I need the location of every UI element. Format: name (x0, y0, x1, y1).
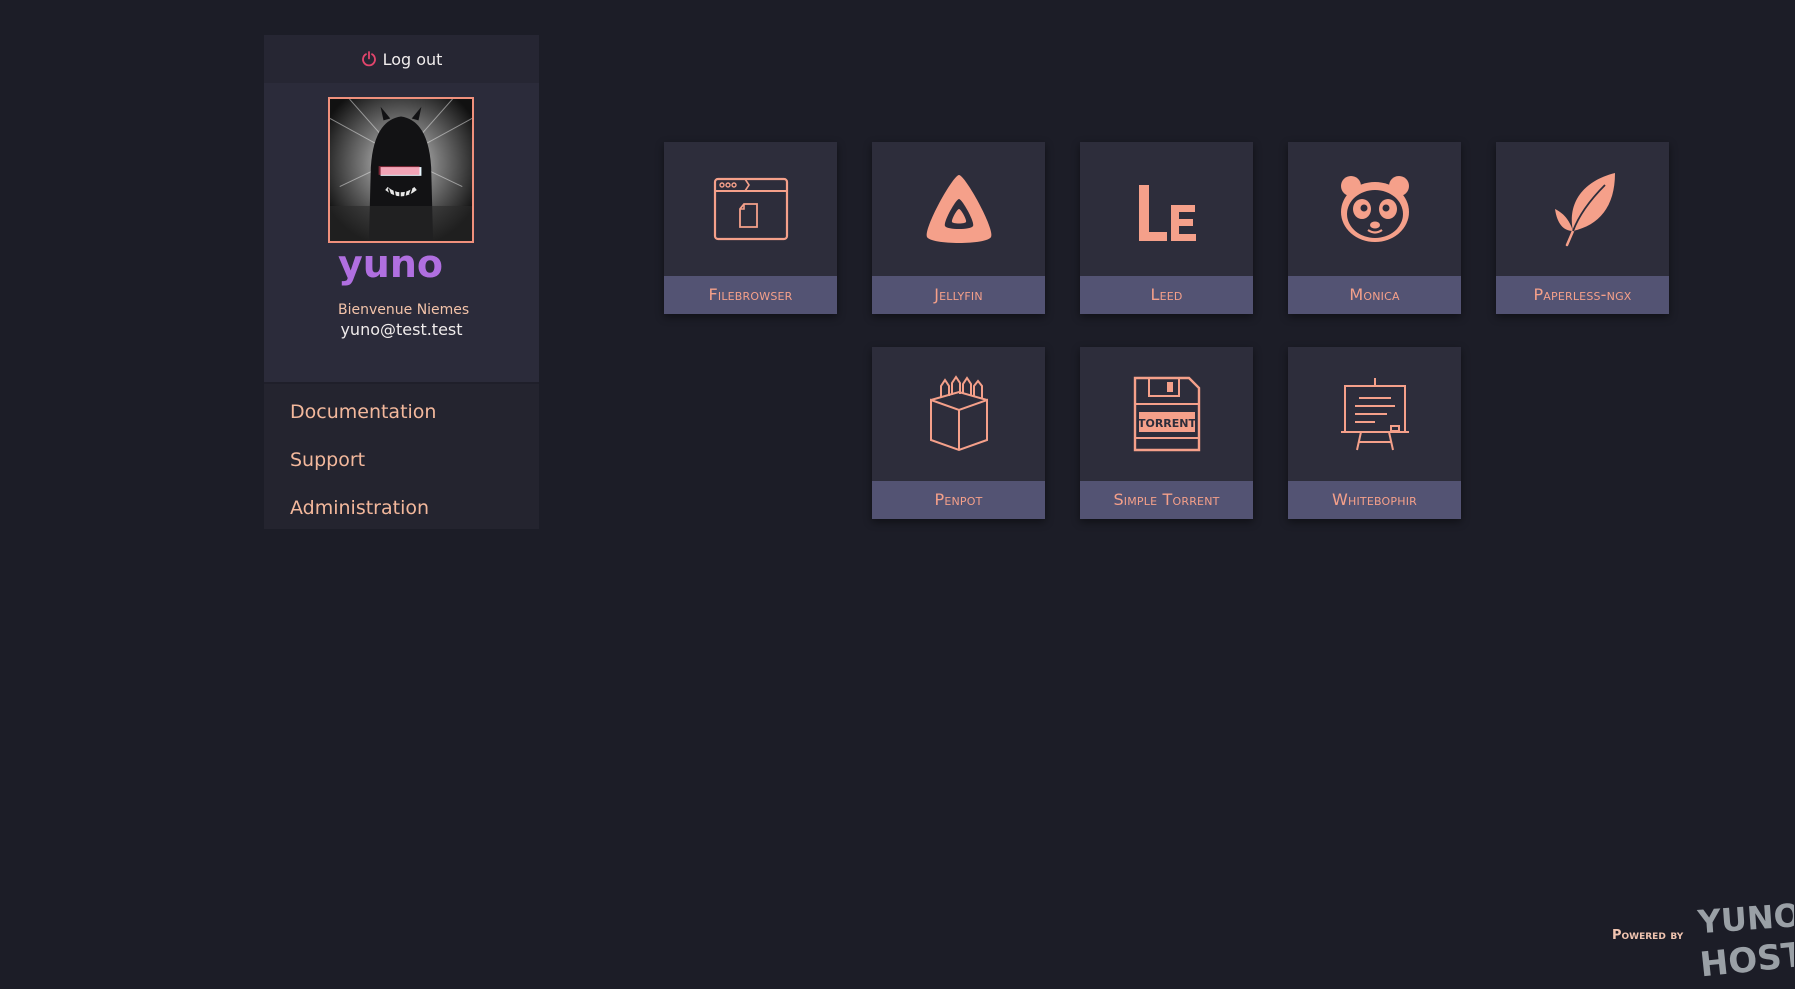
svg-text:TORRENT: TORRENT (1137, 417, 1196, 430)
whiteboard-easel-icon (1340, 378, 1409, 451)
app-tile-simple-torrent[interactable]: TORRENT Simple Torrent (1080, 347, 1253, 519)
yunohost-logo[interactable]: YUNO HOST (1694, 892, 1794, 980)
power-icon (361, 51, 376, 67)
floppy-torrent-icon: TORRENT (1133, 376, 1200, 452)
app-tile-paperless-ngx[interactable]: Paperless-ngx (1496, 142, 1669, 314)
logout-button[interactable]: Log out (264, 35, 539, 83)
app-label: Leed (1080, 276, 1253, 314)
nav-administration-link[interactable]: Administration (264, 484, 539, 532)
pencil-cup-icon (929, 375, 988, 452)
app-label: Whitebophir (1288, 481, 1461, 519)
user-email: yuno@test.test (340, 320, 463, 339)
app-label: Monica (1288, 276, 1461, 314)
app-label: Filebrowser (664, 276, 837, 314)
nav-documentation-link[interactable]: Documentation (264, 388, 539, 436)
app-label: Penpot (872, 481, 1045, 519)
app-tile-penpot[interactable]: Penpot (872, 347, 1045, 519)
app-label: Jellyfin (872, 276, 1045, 314)
browser-window-icon (713, 177, 788, 241)
username: yuno (338, 242, 443, 286)
app-tile-jellyfin[interactable]: Jellyfin (872, 142, 1045, 314)
panda-icon (1340, 176, 1409, 242)
app-label: Simple Torrent (1080, 481, 1253, 519)
avatar[interactable] (328, 97, 474, 243)
app-tile-whitebophir[interactable]: Whitebophir (1288, 347, 1461, 519)
user-sidebar: Log out yuno Bienvenue Niemes yuno@test.… (264, 35, 539, 529)
avatar-image (330, 99, 472, 241)
app-tile-monica[interactable]: Monica (1288, 142, 1461, 314)
leed-le-icon (1138, 185, 1196, 241)
leaf-icon (1554, 173, 1615, 247)
powered-by-label: Powered by (1612, 928, 1684, 943)
app-tile-leed[interactable]: Leed (1080, 142, 1253, 314)
app-label: Paperless-ngx (1496, 276, 1669, 314)
svg-text:HOST: HOST (1698, 935, 1794, 980)
sidebar-nav: Documentation Support Administration (264, 384, 539, 529)
nav-support-link[interactable]: Support (264, 436, 539, 484)
logout-label: Log out (382, 49, 443, 69)
svg-text:YUNO: YUNO (1696, 896, 1794, 941)
user-profile: yuno Bienvenue Niemes yuno@test.test (264, 83, 539, 382)
user-fullname: Bienvenue Niemes (338, 302, 470, 318)
app-tile-filebrowser[interactable]: Filebrowser (664, 142, 837, 314)
jellyfin-triangle-icon (926, 175, 991, 243)
